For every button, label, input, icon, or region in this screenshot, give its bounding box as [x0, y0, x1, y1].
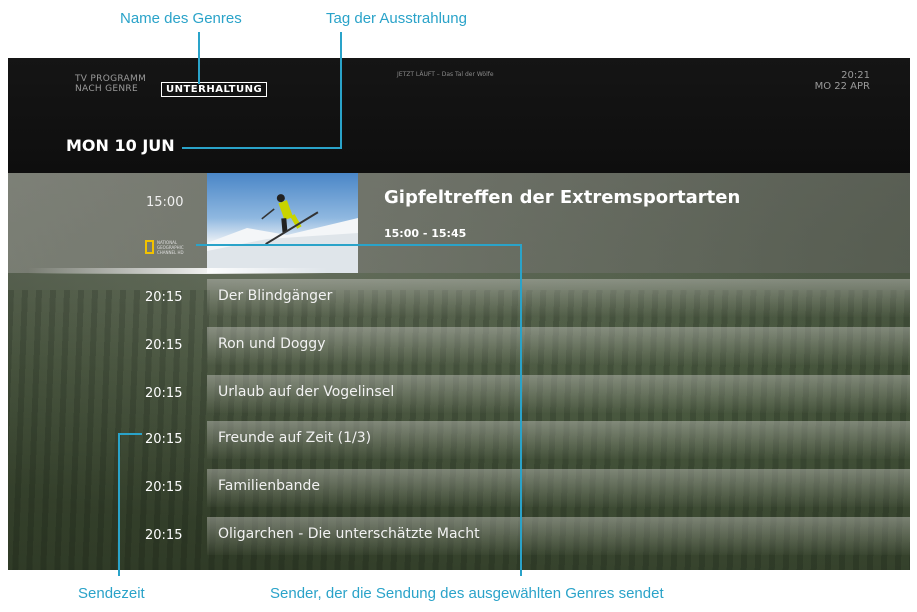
- annotation-broadcast-day: Tag der Ausstrahlung: [326, 10, 467, 27]
- header-bar: TV PROGRAMM NACH GENRE UNTERHALTUNG JETZ…: [8, 58, 910, 173]
- featured-time: 15:00: [146, 195, 184, 210]
- leader-channel-v: [520, 244, 522, 576]
- program-row[interactable]: 20:15 Oligarchen - Die unterschätzte Mac…: [8, 515, 910, 557]
- leader-genre-v: [198, 32, 200, 84]
- header-line-1: TV PROGRAMM: [75, 74, 147, 84]
- program-title: Urlaub auf der Vogelinsel: [218, 384, 395, 400]
- program-title: Familienbande: [218, 478, 320, 494]
- tv-screen: TV PROGRAMM NACH GENRE UNTERHALTUNG JETZ…: [8, 58, 910, 570]
- program-row[interactable]: 20:15 Familienbande: [8, 467, 910, 509]
- program-title: Ron und Doggy: [218, 336, 326, 352]
- leader-time-h: [118, 433, 142, 435]
- selection-glow: [28, 268, 328, 274]
- selected-day[interactable]: MON 10 JUN: [66, 136, 175, 155]
- annotation-genre-name: Name des Genres: [120, 10, 242, 27]
- program-time: 20:15: [145, 338, 183, 353]
- clock-date: MO 22 APR: [814, 81, 870, 92]
- program-title: Oligarchen - Die unterschätzte Macht: [218, 526, 480, 542]
- program-row[interactable]: 20:15 Ron und Doggy: [8, 325, 910, 367]
- program-time: 20:15: [145, 432, 183, 447]
- annotation-broadcast-time: Sendezeit: [78, 585, 145, 602]
- leader-day-v: [340, 32, 342, 149]
- leader-time-v: [118, 433, 120, 576]
- clock-time: 20:21: [841, 70, 870, 81]
- program-row[interactable]: 20:15 Freunde auf Zeit (1/3): [8, 419, 910, 461]
- program-title: Freunde auf Zeit (1/3): [218, 430, 372, 446]
- leader-channel-h: [196, 244, 522, 246]
- program-time: 20:15: [145, 528, 183, 543]
- featured-time-range: 15:00 - 15:45: [384, 227, 467, 240]
- channel-logo-icon: NATIONAL GEOGRAPHIC CHANNEL HD: [145, 240, 197, 256]
- genre-label[interactable]: UNTERHALTUNG: [161, 82, 268, 97]
- program-time: 20:15: [145, 290, 183, 305]
- program-row[interactable]: 20:15 Der Blindgänger: [8, 277, 910, 319]
- program-title: Der Blindgänger: [218, 288, 333, 304]
- featured-title: Gipfeltreffen der Extremsportarten: [384, 187, 741, 208]
- program-time: 20:15: [145, 386, 183, 401]
- annotation-channel: Sender, der die Sendung des ausgewählten…: [270, 585, 664, 602]
- now-playing-text: JETZT LÄUFT – Das Tal der Wölfe: [397, 71, 494, 78]
- program-time: 20:15: [145, 480, 183, 495]
- featured-program[interactable]: 15:00 NATIONAL GEOGRAPHIC CHANNEL HD Gipfe…: [8, 173, 910, 273]
- program-row[interactable]: 20:15 Urlaub auf der Vogelinsel: [8, 373, 910, 415]
- program-thumbnail: [207, 173, 358, 273]
- leader-day-h: [182, 147, 342, 149]
- header-line-2: NACH GENRE: [75, 84, 138, 94]
- clock: 20:21 MO 22 APR: [815, 70, 870, 92]
